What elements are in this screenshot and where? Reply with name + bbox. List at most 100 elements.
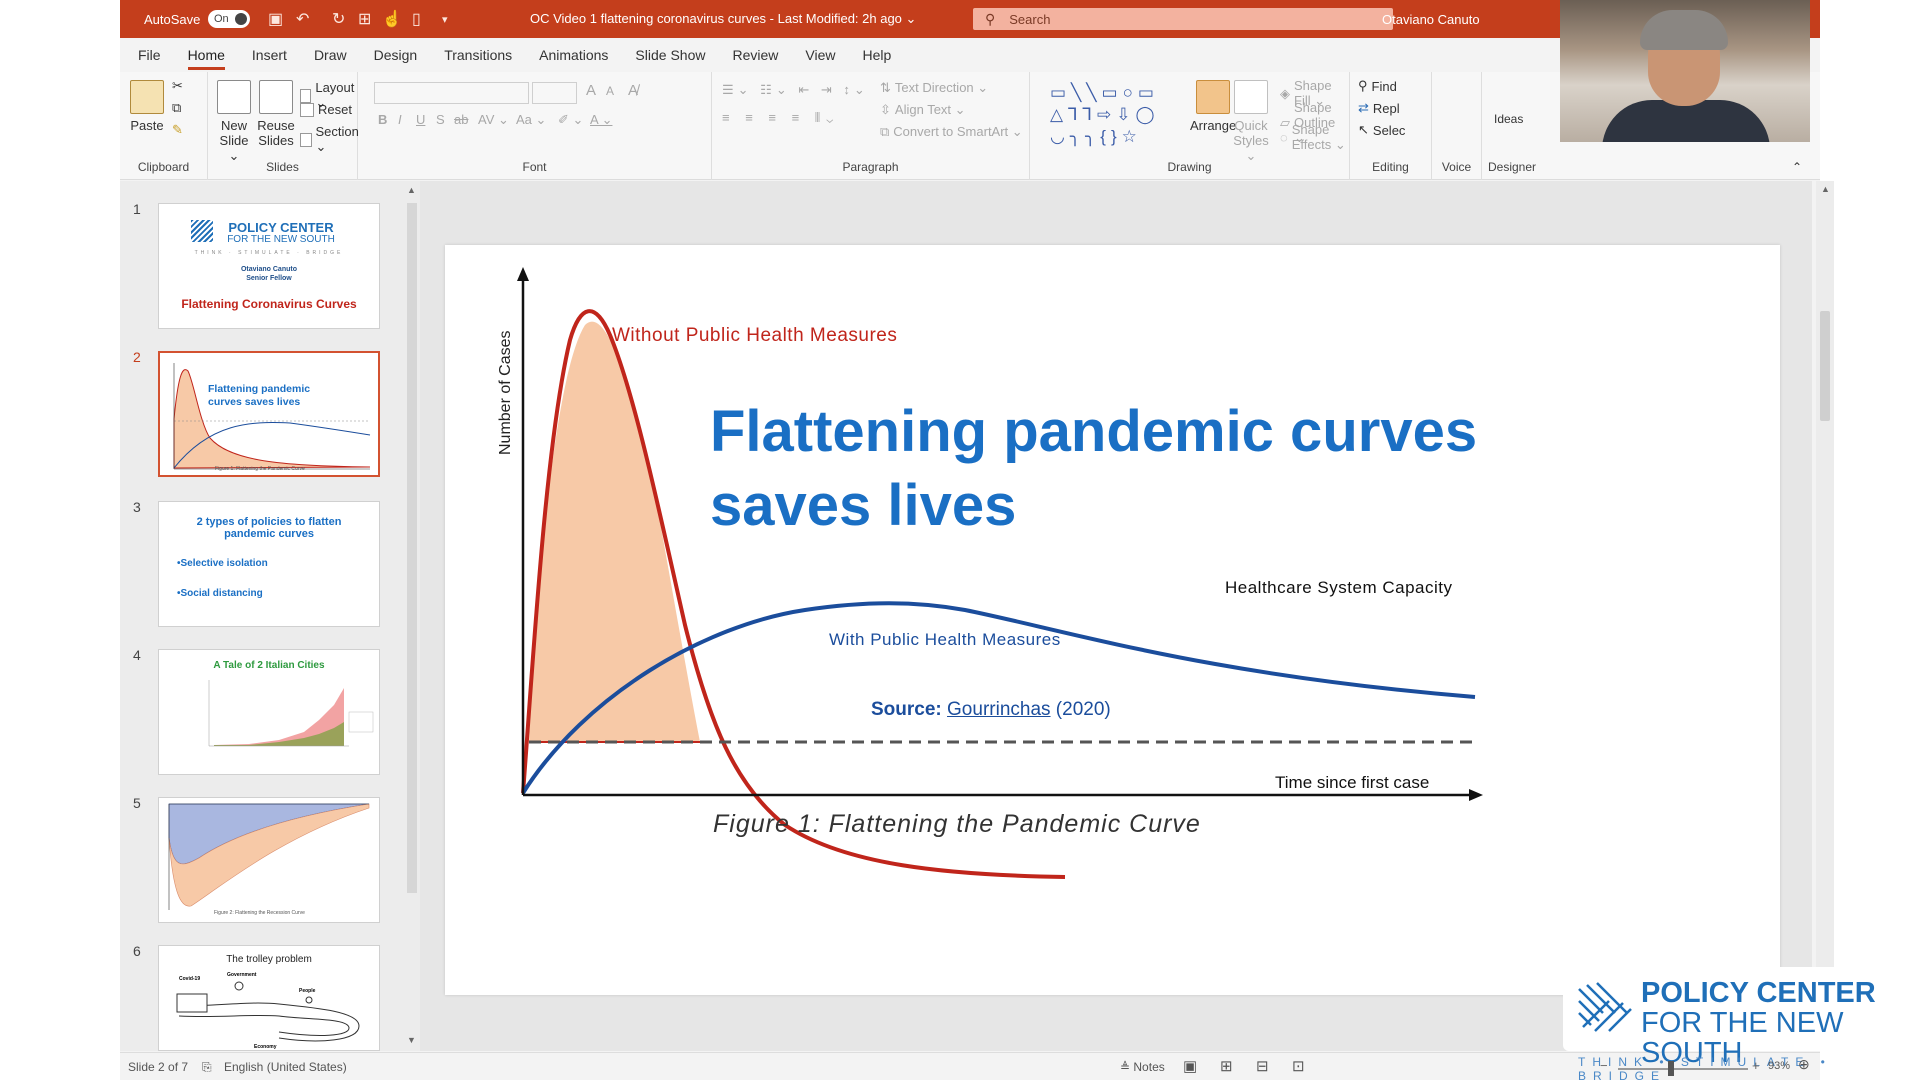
shrink-font-button[interactable]: A (606, 84, 614, 98)
char-spacing-button[interactable]: AV ⌄ (478, 112, 509, 128)
shapes-gallery[interactable]: ▭╲╲▭○▭ △⅂⅂⇨⇩◯ ◡╮╮{}☆ (1050, 82, 1190, 148)
tab-draw[interactable]: Draw (314, 38, 347, 72)
shape-effects-button[interactable]: ◌ Shape Effects ⌄ (1280, 122, 1349, 153)
list-buttons-icon[interactable]: ☰⌄ ☷⌄ ⇤ ⇥ ↕⌄ (722, 82, 869, 98)
collapse-ribbon-icon[interactable]: ⌃ (1792, 160, 1802, 174)
font-size-select[interactable] (532, 82, 577, 104)
user-name[interactable]: Otaviano Canuto (1382, 0, 1480, 38)
clear-formatting-icon[interactable]: A̸ (628, 82, 638, 99)
underline-button[interactable]: U (416, 112, 425, 127)
thumb5-caption: Figure 2: Flattening the Recession Curve (214, 910, 305, 916)
zoom-slider-thumb[interactable] (1668, 1061, 1674, 1076)
replace-button[interactable]: ⇄ Repl (1358, 100, 1400, 116)
tab-transitions[interactable]: Transitions (444, 38, 512, 72)
autosave-toggle[interactable]: On (208, 10, 250, 28)
slide-thumbnail-5[interactable]: Figure 2: Flattening the Recession Curve (158, 797, 380, 923)
slide-thumbnail-4[interactable]: A Tale of 2 Italian Cities (158, 649, 380, 775)
tab-home[interactable]: Home (187, 38, 226, 72)
select-button[interactable]: ↖ Selec (1358, 122, 1405, 138)
source-link[interactable]: Gourrinchas (947, 699, 1051, 720)
scroll-up-icon[interactable]: ▲ (1821, 184, 1830, 194)
fit-slide-icon[interactable]: ⊕ (1798, 1056, 1810, 1073)
scroll-down-icon[interactable]: ▼ (407, 1035, 416, 1045)
redo-icon[interactable]: ↻ (332, 0, 345, 38)
editor-scrollbar[interactable]: ▲ (1816, 181, 1834, 1051)
tab-view[interactable]: View (805, 38, 835, 72)
search-placeholder: Search (1009, 11, 1051, 27)
thumb3-bullet2: •Social distancing (177, 588, 263, 599)
tab-file[interactable]: File (138, 38, 161, 72)
notes-button[interactable]: ≜ Notes (1120, 1060, 1165, 1074)
thumb-number: 5 (133, 795, 141, 811)
section-button[interactable]: Section ⌄ (300, 124, 361, 155)
tab-slide-show[interactable]: Slide Show (635, 38, 705, 72)
slide-editor: Number of Cases Without Public Health Me… (420, 181, 1812, 1051)
zoom-in-icon[interactable]: + (1752, 1058, 1760, 1073)
thumb1-role: Senior Fellow (246, 275, 292, 282)
grow-font-button[interactable]: A (586, 82, 596, 99)
quick-styles-button[interactable]: Quick Styles ⌄ (1230, 80, 1272, 164)
zoom-out-icon[interactable]: − (1600, 1058, 1608, 1073)
italic-button[interactable]: I (398, 112, 402, 127)
thumbnails-scroll-thumb[interactable] (407, 203, 417, 893)
smartart-button[interactable]: ⧉ Convert to SmartArt ⌄ (880, 124, 1023, 140)
slide-thumbnail-2[interactable]: Flattening pandemic curves saves lives F… (158, 351, 380, 477)
shadow-button[interactable]: S (436, 112, 445, 127)
tab-help[interactable]: Help (862, 38, 891, 72)
cut-icon[interactable]: ✂ (172, 78, 183, 94)
slideshow-view-icon[interactable]: ⊡ (1292, 1057, 1305, 1075)
document-title[interactable]: OC Video 1 flattening coronavirus curves… (530, 0, 916, 38)
reset-button[interactable]: Reset (300, 102, 352, 117)
bold-button[interactable]: B (378, 112, 387, 127)
tab-review[interactable]: Review (732, 38, 778, 72)
align-buttons-icon[interactable]: ≡ ≡ ≡ ≡ ⫴⌄ (722, 110, 839, 126)
paste-button[interactable]: Paste (130, 80, 164, 133)
copy-icon[interactable]: ⧉ (172, 100, 181, 116)
thumb5-chart (168, 803, 370, 910)
slide-thumbnail-6[interactable]: The trolley problem Covid-19 Government … (158, 945, 380, 1051)
new-slide-button[interactable]: New Slide ⌄ (214, 80, 254, 164)
editor-scroll-thumb[interactable] (1820, 311, 1830, 421)
strikethrough-icon[interactable]: ab (454, 112, 468, 127)
thumbnails-scrollbar[interactable]: ▲ ▼ (403, 181, 420, 1051)
present-icon[interactable]: ⊞ (358, 0, 371, 38)
slides-group: New Slide ⌄ Reuse Slides Layout ⌄ Reset … (208, 72, 361, 180)
quick-styles-label: Quick Styles ⌄ (1233, 118, 1269, 163)
slide-thumbnail-1[interactable]: POLICY CENTER FOR THE NEW SOUTH THINK · … (158, 203, 380, 329)
toggle-knob (235, 13, 247, 25)
thumb-number: 3 (133, 499, 141, 515)
touch-mode-icon[interactable]: ☝ (382, 0, 402, 38)
clipboard-group: Paste ✂ ⧉ ✎ Clipboard (120, 72, 208, 180)
tab-design[interactable]: Design (374, 38, 418, 72)
save-icon[interactable]: ▣ (268, 0, 283, 38)
tab-insert[interactable]: Insert (252, 38, 287, 72)
customize-qat-icon[interactable]: ▾ (442, 0, 448, 38)
zoom-level[interactable]: 93% (1768, 1060, 1790, 1072)
find-button[interactable]: ⚲ Find (1358, 78, 1397, 94)
spelling-icon[interactable]: ⎘ (202, 1060, 212, 1075)
slide-sorter-icon[interactable]: ⊞ (1220, 1057, 1233, 1075)
font-color-icon[interactable]: A ⌄ (590, 112, 612, 128)
undo-icon[interactable]: ↶ (296, 0, 309, 38)
new-file-icon[interactable]: ▯ (412, 0, 421, 38)
search-input[interactable]: ⚲ Search (973, 8, 1393, 30)
language-status[interactable]: English (United States) (224, 1060, 347, 1074)
editing-group: ⚲ Find ⇄ Repl ↖ Selec Editing (1350, 72, 1432, 180)
font-family-select[interactable] (374, 82, 529, 104)
text-direction-button[interactable]: ⇅ Text Direction ⌄ (880, 80, 988, 96)
paragraph-group: ☰⌄ ☷⌄ ⇤ ⇥ ↕⌄ ≡ ≡ ≡ ≡ ⫴⌄ ⇅ Text Direction … (712, 72, 1030, 180)
reading-view-icon[interactable]: ⊟ (1256, 1057, 1269, 1075)
tab-animations[interactable]: Animations (539, 38, 608, 72)
current-slide[interactable]: Number of Cases Without Public Health Me… (445, 245, 1780, 995)
zoom-slider[interactable] (1618, 1068, 1748, 1070)
normal-view-icon[interactable]: ▣ (1183, 1057, 1197, 1075)
ideas-button[interactable]: Ideas (1494, 112, 1523, 126)
reuse-slides-button[interactable]: Reuse Slides (256, 80, 296, 148)
pandemic-curve-graphic (517, 267, 1483, 879)
format-painter-icon[interactable]: ✎ (172, 122, 183, 138)
align-text-button[interactable]: ⇳ Align Text ⌄ (880, 102, 966, 118)
scroll-up-icon[interactable]: ▲ (407, 185, 416, 195)
highlight-icon[interactable]: ✐ ⌄ (558, 112, 583, 128)
change-case-button[interactable]: Aa ⌄ (516, 112, 546, 128)
slide-thumbnail-3[interactable]: 2 types of policies to flatten pandemic … (158, 501, 380, 627)
